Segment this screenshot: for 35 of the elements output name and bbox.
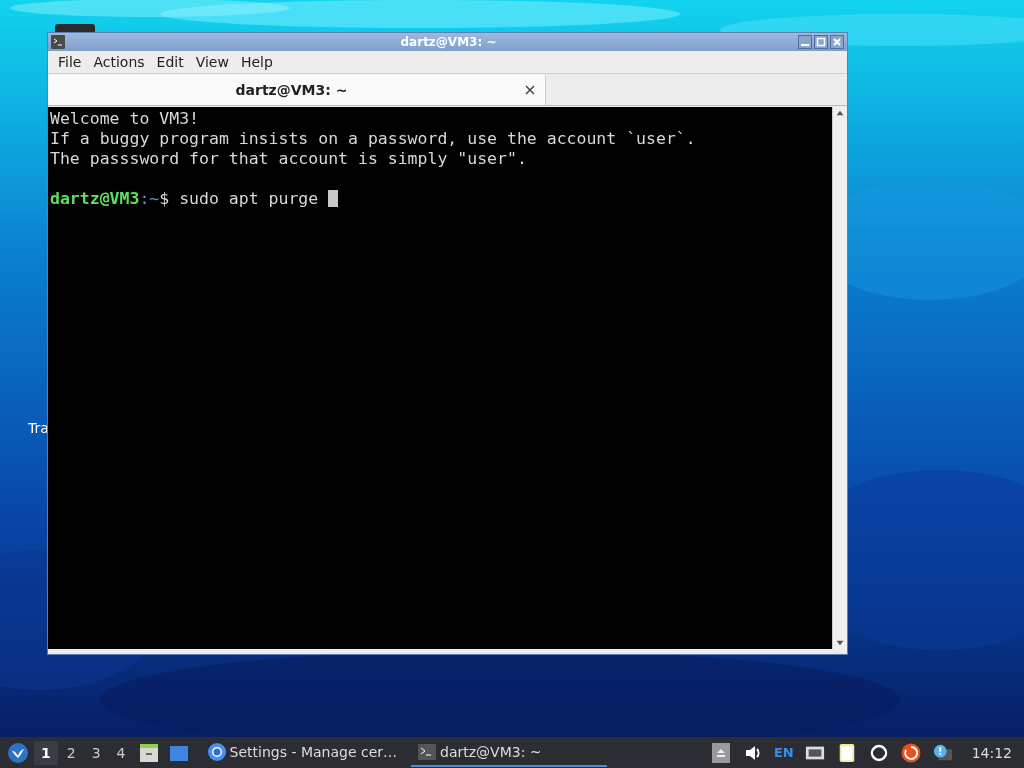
window-title: dartz@VM3: ~ xyxy=(399,35,498,49)
clock[interactable]: 14:12 xyxy=(971,744,1012,761)
tab[interactable]: dartz@VM3: ~ xyxy=(48,75,546,105)
command-text: $ sudo apt purge xyxy=(159,189,320,208)
workspace-button[interactable]: 1 xyxy=(34,740,58,765)
terminal-line: If a buggy program insists on a password, use the account `user`. xyxy=(50,129,697,149)
minimize-icon[interactable] xyxy=(798,35,812,49)
update-icon[interactable] xyxy=(900,742,921,763)
terminal-line: Welcome to VM3! xyxy=(50,109,200,129)
terminal-area[interactable]: Welcome to VM3! If a buggy program insists on a password, use the account `user`. The passsword for that account is simply "user". dartz@VM3:~$ sudo apt purge xyxy=(48,107,832,649)
eject-icon[interactable] xyxy=(710,742,731,763)
terminal-line: The passsword for that account is simply "user". xyxy=(50,149,528,169)
menu-item[interactable]: Help xyxy=(234,54,279,70)
taskbar-button[interactable]: Settings - Manage cer… xyxy=(200,738,404,767)
start-menu-icon[interactable] xyxy=(7,741,29,764)
prompt-user: dartz@VM3 xyxy=(50,189,140,208)
workspace-button[interactable]: 2 xyxy=(59,740,83,765)
terminal-icon xyxy=(51,35,65,49)
menu-item[interactable]: Actions xyxy=(87,54,151,70)
taskbar-button[interactable]: dartz@VM3: ~ xyxy=(411,738,608,767)
close-icon[interactable] xyxy=(830,35,844,49)
prompt-path: :~ xyxy=(139,189,160,208)
menu-item[interactable]: View xyxy=(189,54,235,70)
scrollbar[interactable] xyxy=(832,107,847,649)
workspace-button[interactable]: 4 xyxy=(109,740,133,765)
browser-icon xyxy=(206,741,227,762)
keyboard-layout-indicator[interactable]: EN xyxy=(773,745,794,760)
workspace-button[interactable]: 3 xyxy=(84,740,108,765)
menu-item[interactable]: Edit xyxy=(150,54,190,70)
menu-item[interactable]: File xyxy=(52,54,88,70)
notification-icon[interactable] xyxy=(932,742,953,763)
close-icon[interactable] xyxy=(525,85,535,95)
maximize-icon[interactable] xyxy=(814,35,828,49)
file-cabinet-icon[interactable] xyxy=(137,741,160,764)
terminal-icon xyxy=(417,741,438,762)
